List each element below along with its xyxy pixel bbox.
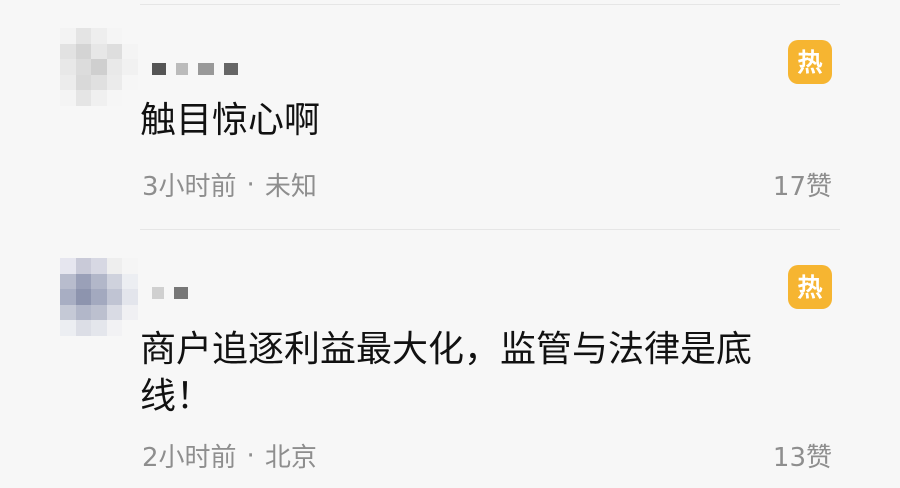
hot-badge: 热 (788, 40, 832, 84)
comment-text: 商户追逐利益最大化，监管与法律是底线！ (140, 329, 753, 417)
meta-separator: · (246, 440, 255, 471)
meta-separator: · (246, 169, 255, 200)
hot-badge-label: 热 (797, 47, 823, 77)
hot-badge: 热 (788, 265, 832, 309)
comment-time: 2小时前 (142, 443, 237, 473)
comment-text: 触目惊心啊 (140, 100, 321, 141)
comment-time: 3小时前 (142, 172, 237, 202)
comment-item: 热 商户追逐利益最大化，监管与法律是底线！ 2小时前 · 北京 13赞 (0, 230, 900, 488)
username[interactable] (152, 286, 188, 300)
hot-badge-label: 热 (797, 272, 823, 302)
like-count[interactable]: 17赞 (773, 166, 832, 203)
comment-location: 北京 (264, 443, 317, 473)
avatar[interactable] (60, 258, 138, 336)
username[interactable] (152, 62, 238, 76)
comment-location: 未知 (264, 172, 317, 202)
like-count[interactable]: 13赞 (773, 437, 832, 474)
comment-item: 热 触目惊心啊 3小时前 · 未知 17赞 (0, 0, 900, 230)
comment-meta: 3小时前 · 未知 (142, 166, 317, 203)
avatar[interactable] (60, 28, 138, 106)
comment-meta: 2小时前 · 北京 (142, 437, 317, 474)
